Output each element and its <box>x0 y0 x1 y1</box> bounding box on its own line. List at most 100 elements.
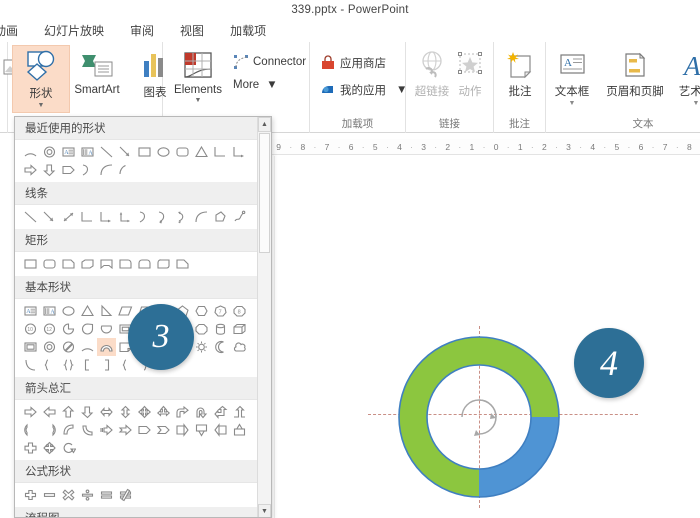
shape-text-box-a[interactable]: A <box>59 143 78 161</box>
shape-rounded-rectangle[interactable] <box>40 255 59 273</box>
smartart-button[interactable]: SmartArt <box>66 45 128 113</box>
tab-review[interactable]: 审阅 <box>117 20 167 42</box>
shape-not-equal-sign[interactable] <box>116 486 135 504</box>
shape-rectangle[interactable] <box>135 143 154 161</box>
shape-arc[interactable] <box>21 143 40 161</box>
header-footer-button[interactable]: 页眉和页脚 <box>596 46 674 112</box>
shape-triangle[interactable] <box>78 302 97 320</box>
shape-moon[interactable] <box>211 338 230 356</box>
shape-curved-left-arrow[interactable] <box>21 421 40 439</box>
scroll-down-button[interactable]: ▼ <box>258 504 271 517</box>
shape-snip-diagonal-corner[interactable] <box>78 255 97 273</box>
shape-elbow-connector[interactable] <box>211 143 230 161</box>
shape-line[interactable] <box>21 208 40 226</box>
shape-arc2[interactable] <box>21 356 40 374</box>
scroll-up-button[interactable]: ▲ <box>258 117 271 132</box>
shape-dodecagon[interactable]: 12 <box>40 320 59 338</box>
text-box-dropdown-caret-icon[interactable]: ▼ <box>569 100 576 107</box>
shape-up-down-arrow[interactable] <box>116 403 135 421</box>
shapes-dropdown-caret-icon[interactable]: ▼ <box>38 102 45 109</box>
shape-rounded-rectangle[interactable] <box>173 143 192 161</box>
shape-pentagon-arrow[interactable] <box>135 421 154 439</box>
shape-multiply-sign[interactable] <box>59 486 78 504</box>
shape-donut[interactable] <box>40 143 59 161</box>
shape-line-double-arrow[interactable] <box>59 208 78 226</box>
shape-elbow-double-arrow[interactable] <box>116 208 135 226</box>
shape-u-turn-arrow[interactable] <box>192 403 211 421</box>
shape-heptagon[interactable]: 7 <box>211 302 230 320</box>
shape-cross-arrow[interactable] <box>21 439 40 457</box>
shape-text-box-a[interactable]: A <box>21 302 40 320</box>
shape-curved-arrow-connector[interactable] <box>154 208 173 226</box>
elements-button[interactable]: Elements ▼ <box>167 45 229 113</box>
shape-right-arrow-block[interactable] <box>21 161 40 179</box>
shape-decagon[interactable]: 10 <box>21 320 40 338</box>
shape-snip-round-single[interactable] <box>173 255 192 273</box>
shape-scribble[interactable] <box>230 208 249 226</box>
donut-shape[interactable] <box>398 336 560 498</box>
shape-pentagon-arrow[interactable] <box>59 161 78 179</box>
shape-round-diagonal[interactable] <box>154 255 173 273</box>
shape-up-arrow[interactable] <box>59 403 78 421</box>
shape-notched-right-arrow[interactable] <box>116 421 135 439</box>
shape-left-right-up-arrow[interactable] <box>154 403 173 421</box>
shape-left-up-arrow[interactable] <box>211 403 230 421</box>
shape-up-arrow-callout[interactable] <box>230 421 249 439</box>
shape-left-arrow[interactable] <box>40 403 59 421</box>
shape-regular-pentagon-star[interactable] <box>192 320 211 338</box>
shape-curved-connector[interactable] <box>135 208 154 226</box>
shape-rectangle[interactable] <box>21 255 40 273</box>
shape-round-single-corner[interactable] <box>116 255 135 273</box>
tab-addins[interactable]: 加载项 <box>217 20 279 42</box>
shape-curved-down-arrow[interactable] <box>78 421 97 439</box>
shapes-button[interactable]: 形状 ▼ <box>12 45 70 113</box>
shape-oval[interactable] <box>59 302 78 320</box>
shape-arc[interactable] <box>78 338 97 356</box>
shape-equal-sign[interactable] <box>97 486 116 504</box>
shape-cylinder[interactable] <box>211 320 230 338</box>
shape-brace-left-pair[interactable] <box>40 356 59 374</box>
shapes-gallery-scrollbar[interactable]: ▲ ▼ <box>257 117 271 517</box>
shape-brace-left[interactable] <box>116 356 135 374</box>
elements-dropdown-caret-icon[interactable]: ▼ <box>195 97 202 104</box>
tab-animations[interactable]: 动画 <box>0 20 31 42</box>
shape-circular-arrow[interactable] <box>59 439 78 457</box>
shape-right-arrow[interactable] <box>21 403 40 421</box>
shape-snip-single-corner[interactable] <box>59 255 78 273</box>
shape-curve[interactable] <box>97 161 116 179</box>
shape-plus-sign[interactable] <box>21 486 40 504</box>
text-box-button[interactable]: A 文本框 ▼ <box>548 46 596 112</box>
shape-pie[interactable] <box>59 320 78 338</box>
shape-left-right-arrow[interactable] <box>97 403 116 421</box>
shape-down-arrow[interactable] <box>78 403 97 421</box>
shape-sun[interactable] <box>192 338 211 356</box>
shape-teardrop[interactable] <box>78 320 97 338</box>
shape-bevel[interactable] <box>21 338 40 356</box>
comment-button[interactable]: 批注 <box>494 46 546 112</box>
shape-cube[interactable] <box>230 320 249 338</box>
shape-chevron[interactable] <box>154 421 173 439</box>
tab-slideshow[interactable]: 幻灯片放映 <box>31 20 117 42</box>
shape-line-arrow[interactable] <box>116 143 135 161</box>
action-button[interactable]: 动作 <box>448 46 492 112</box>
shape-curve[interactable] <box>192 208 211 226</box>
connector-button[interactable]: Connector <box>233 54 306 70</box>
shape-vertical-text-box[interactable]: A <box>40 302 59 320</box>
shape-quad-arrow[interactable] <box>135 403 154 421</box>
wordart-dropdown-caret-icon[interactable]: ▼ <box>693 100 700 107</box>
horizontal-ruler[interactable]: 9 · 8 · 7 · 6 · 5 · 4 · 3 · 2 · 1 · 0 · 1 · 2 · 3 · 4 · 5 · 6 · 7 · 8 <box>268 139 700 155</box>
shape-down-arrow-block[interactable] <box>40 161 59 179</box>
shape-left-arrow-callout[interactable] <box>211 421 230 439</box>
shape-cloud[interactable] <box>230 338 249 356</box>
shape-parallelogram[interactable] <box>116 302 135 320</box>
shape-curved-double-arrow[interactable] <box>173 208 192 226</box>
shape-bent-arrow[interactable] <box>173 403 192 421</box>
shape-no-symbol[interactable] <box>59 338 78 356</box>
my-apps-button[interactable]: 我的应用 ▼ <box>320 82 407 98</box>
wordart-button[interactable]: A 艺术字 ▼ <box>674 46 700 112</box>
shape-hexagon[interactable] <box>192 302 211 320</box>
shape-round-same-side[interactable] <box>135 255 154 273</box>
shape-oval[interactable] <box>154 143 173 161</box>
shape-right-arrow-callout[interactable] <box>173 421 192 439</box>
shape-freeform[interactable] <box>211 208 230 226</box>
